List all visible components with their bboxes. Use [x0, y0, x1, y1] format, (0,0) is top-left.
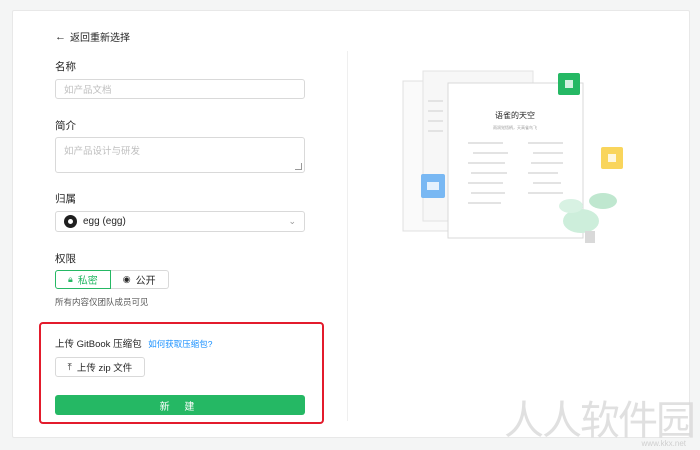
back-label: 返回重新选择	[70, 33, 130, 44]
lock-icon: 🔒︎	[68, 274, 73, 284]
upload-button-label: 上传 zip 文件	[76, 363, 133, 374]
owner-select[interactable]: egg (egg) ⌄	[55, 211, 305, 232]
vertical-divider	[347, 51, 348, 421]
permission-label: 权限	[55, 253, 76, 265]
name-label: 名称	[55, 61, 76, 73]
owner-value: egg (egg)	[83, 216, 126, 227]
intro-textarea[interactable]: 如产品设计与研发	[55, 137, 305, 173]
eye-icon: ◉	[122, 274, 131, 284]
illustration: 语雀的天空 雨润觉悟柄，天高雀鸟飞	[402, 70, 623, 243]
permission-public-button[interactable]: ◉ 公开	[110, 270, 169, 289]
intro-placeholder: 如产品设计与研发	[64, 146, 141, 157]
create-button[interactable]: 新 建	[55, 395, 305, 415]
permission-private-button[interactable]: 🔒︎ 私密	[55, 270, 111, 289]
permission-hint: 所有内容仅团队成员可见	[55, 297, 149, 307]
permission-public-label: 公开	[135, 276, 156, 287]
back-link[interactable]: ← 返回重新选择	[55, 29, 130, 44]
resize-handle-icon[interactable]	[295, 163, 302, 170]
upload-title: 上传 GitBook 压缩包 如何获取压缩包?	[55, 336, 212, 350]
name-placeholder: 如产品文档	[64, 85, 112, 96]
illustration-title: 语雀的天空	[495, 110, 535, 120]
intro-label: 简介	[55, 120, 76, 132]
upload-zip-button[interactable]: ⤒ 上传 zip 文件	[55, 357, 145, 377]
group-avatar-icon	[64, 215, 77, 228]
watermark: 人人软件园	[504, 398, 696, 444]
upload-icon: ⤒	[67, 361, 72, 373]
watermark-url: www.kkx.net	[641, 439, 686, 448]
upload-title-text: 上传 GitBook 压缩包	[55, 339, 142, 350]
form-card: ← 返回重新选择 名称 如产品文档 简介 如产品设计与研发 归属 egg (eg…	[12, 10, 690, 438]
illustration-subtitle: 雨润觉悟柄，天高雀鸟飞	[493, 124, 537, 130]
chevron-down-icon: ⌄	[288, 216, 296, 226]
permission-private-label: 私密	[77, 276, 98, 287]
front-page	[447, 82, 584, 239]
permission-toggle: 🔒︎ 私密 ◉ 公开	[55, 270, 169, 289]
owner-label: 归属	[55, 193, 76, 205]
name-input[interactable]: 如产品文档	[55, 79, 305, 99]
upload-help-link[interactable]: 如何获取压缩包?	[148, 339, 212, 349]
arrow-left-icon: ←	[55, 30, 66, 43]
